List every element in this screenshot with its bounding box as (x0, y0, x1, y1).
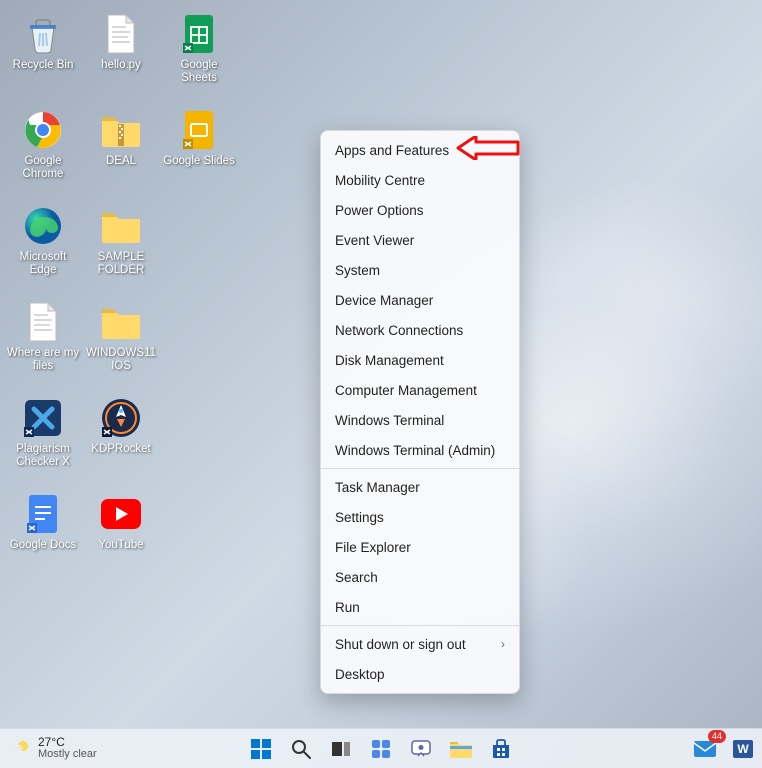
desktop-icon-label: SAMPLE FOLDER (83, 251, 159, 276)
menu-item-label: Mobility Centre (335, 173, 425, 188)
taskbar-widgets-button[interactable] (366, 734, 396, 764)
annotation-arrow (456, 136, 520, 160)
desktop-icon-label: Recycle Bin (13, 59, 74, 72)
desktop-icon-youtube[interactable]: YouTube (82, 486, 160, 582)
folder-zip-icon (99, 108, 143, 152)
menu-item-shut-down-or-sign-out[interactable]: Shut down or sign out › (321, 629, 519, 659)
desktop-icon-label: Plagiarism Checker X (5, 443, 81, 468)
desktop-icon-label: Where are my files (5, 347, 81, 372)
taskbar: 27°C Mostly clear 44 W (0, 728, 762, 768)
youtube-icon (99, 492, 143, 536)
menu-item-windows-terminal-admin[interactable]: Windows Terminal (Admin) (321, 435, 519, 465)
text-file-icon (21, 300, 65, 344)
desktop-icon-label: KDPRocket (91, 443, 150, 456)
google-chrome-icon (21, 108, 65, 152)
desktop-icon-label: Google Slides (163, 155, 235, 168)
menu-item-label: Windows Terminal (Admin) (335, 443, 495, 458)
menu-item-device-manager[interactable]: Device Manager (321, 285, 519, 315)
menu-item-label: Shut down or sign out (335, 637, 466, 652)
menu-item-label: Device Manager (335, 293, 433, 308)
taskbar-search-button[interactable] (286, 734, 316, 764)
desktop-icon-plagiarism-checker-x[interactable]: Plagiarism Checker X (4, 390, 82, 486)
google-sheets-icon (177, 12, 221, 56)
menu-item-label: Desktop (335, 667, 385, 682)
taskbar-mail-button[interactable]: 44 (690, 734, 720, 764)
recycle-bin-icon (21, 12, 65, 56)
menu-item-event-viewer[interactable]: Event Viewer (321, 225, 519, 255)
menu-item-task-manager[interactable]: Task Manager (321, 472, 519, 502)
taskbar-word-button[interactable]: W (728, 734, 758, 764)
desktop-icon-kdprocket[interactable]: KDPRocket (82, 390, 160, 486)
menu-item-label: Disk Management (335, 353, 444, 368)
menu-item-label: System (335, 263, 380, 278)
folder-icon (99, 204, 143, 248)
desktop-icon-label: WINDOWS11 IOS (83, 347, 159, 372)
desktop-icon-deal-folder[interactable]: DEAL (82, 102, 160, 198)
menu-item-search[interactable]: Search (321, 562, 519, 592)
menu-item-label: Run (335, 600, 360, 615)
winx-context-menu[interactable]: Apps and Features Mobility Centre Power … (320, 130, 520, 694)
plagiarism-checker-x-icon (21, 396, 65, 440)
menu-separator (321, 625, 519, 626)
text-file-icon (99, 12, 143, 56)
desktop-icon-recycle-bin[interactable]: Recycle Bin (4, 6, 82, 102)
menu-item-windows-terminal[interactable]: Windows Terminal (321, 405, 519, 435)
desktop-icon-label: Google Sheets (161, 59, 237, 84)
menu-item-label: Settings (335, 510, 384, 525)
desktop-icon-label: hello.py (101, 59, 141, 72)
google-docs-icon (21, 492, 65, 536)
menu-item-power-options[interactable]: Power Options (321, 195, 519, 225)
menu-item-label: File Explorer (335, 540, 411, 555)
menu-item-settings[interactable]: Settings (321, 502, 519, 532)
desktop-icon-sample-folder[interactable]: SAMPLE FOLDER (82, 198, 160, 294)
taskbar-file-explorer-button[interactable] (446, 734, 476, 764)
weather-condition: Mostly clear (38, 749, 97, 761)
taskbar-right: 44 W (690, 734, 762, 764)
desktop-icon-windows11-ios-folder[interactable]: WINDOWS11 IOS (82, 294, 160, 390)
microsoft-edge-icon (21, 204, 65, 248)
menu-item-label: Apps and Features (335, 143, 449, 158)
desktop-icon-where-are-my-files[interactable]: Where are my files (4, 294, 82, 390)
taskbar-microsoft-store-button[interactable] (486, 734, 516, 764)
menu-item-desktop[interactable]: Desktop (321, 659, 519, 689)
desktop-icon-google-slides[interactable]: Google Slides (160, 102, 238, 198)
menu-item-run[interactable]: Run (321, 592, 519, 622)
menu-item-label: Task Manager (335, 480, 420, 495)
desktop-icon-label: Google Chrome (5, 155, 81, 180)
menu-item-label: Network Connections (335, 323, 463, 338)
menu-item-label: Power Options (335, 203, 424, 218)
desktop-icon-google-docs[interactable]: Google Docs (4, 486, 82, 582)
menu-separator (321, 468, 519, 469)
menu-item-network-connections[interactable]: Network Connections (321, 315, 519, 345)
menu-item-disk-management[interactable]: Disk Management (321, 345, 519, 375)
desktop-icon-label: DEAL (106, 155, 136, 168)
svg-text:W: W (737, 742, 749, 756)
taskbar-task-view-button[interactable] (326, 734, 356, 764)
menu-item-mobility-centre[interactable]: Mobility Centre (321, 165, 519, 195)
menu-item-label: Windows Terminal (335, 413, 444, 428)
folder-icon (99, 300, 143, 344)
menu-item-label: Event Viewer (335, 233, 414, 248)
google-slides-icon (177, 108, 221, 152)
menu-item-system[interactable]: System (321, 255, 519, 285)
desktop-icon-google-chrome[interactable]: Google Chrome (4, 102, 82, 198)
kdprocket-icon (99, 396, 143, 440)
menu-item-label: Computer Management (335, 383, 477, 398)
menu-item-file-explorer[interactable]: File Explorer (321, 532, 519, 562)
chevron-right-icon: › (501, 637, 505, 651)
weather-icon (10, 737, 32, 759)
menu-item-computer-management[interactable]: Computer Management (321, 375, 519, 405)
mail-badge-count: 44 (708, 730, 726, 743)
taskbar-center (246, 734, 516, 764)
desktop-icon-label: YouTube (98, 539, 143, 552)
desktop-icon-google-sheets[interactable]: Google Sheets (160, 6, 238, 102)
taskbar-weather-widget[interactable]: 27°C Mostly clear (0, 736, 107, 760)
menu-item-label: Search (335, 570, 378, 585)
desktop-icon-label: Microsoft Edge (5, 251, 81, 276)
taskbar-chat-button[interactable] (406, 734, 436, 764)
desktop-icon-microsoft-edge[interactable]: Microsoft Edge (4, 198, 82, 294)
desktop-icon-hello-py[interactable]: hello.py (82, 6, 160, 102)
desktop-icon-label: Google Docs (10, 539, 76, 552)
start-button[interactable] (246, 734, 276, 764)
